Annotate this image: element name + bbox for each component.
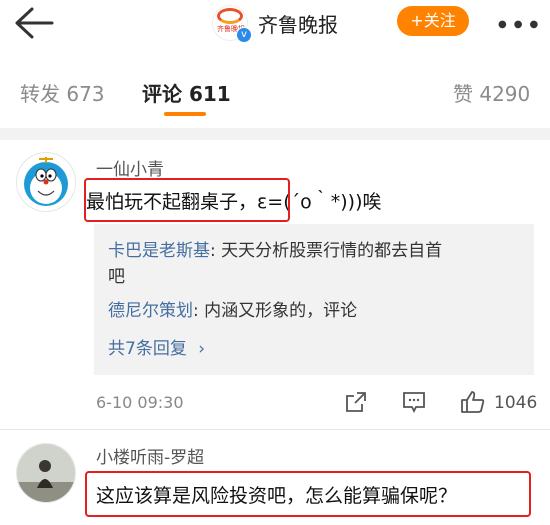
- reply-text-cont: 吧: [108, 267, 125, 287]
- more-replies-link[interactable]: 共7条回复 ›: [108, 334, 205, 359]
- reply-text: : 内涵又形象的，评论: [193, 301, 358, 321]
- comment-username[interactable]: 一仙小青: [96, 155, 164, 180]
- more-replies-label: 共7条回复: [108, 339, 187, 359]
- photo-avatar-icon: [17, 444, 75, 502]
- tab-reposts[interactable]: 转发 673: [20, 78, 105, 107]
- avatar[interactable]: [16, 152, 76, 212]
- reply-item[interactable]: 德尼尔策划: 内涵又形象的，评论: [108, 298, 357, 324]
- comment-username[interactable]: 小楼听雨-罗超: [96, 443, 204, 468]
- comment-icon[interactable]: [402, 390, 426, 414]
- reply-item[interactable]: 卡巴是老斯基: 天天分析股票行情的都去自首 吧: [108, 238, 442, 290]
- top-bar: 齐鲁晚报 v 齐鲁晚报 +关注 ●●●: [0, 0, 550, 46]
- tab-comments[interactable]: 评论 611: [142, 78, 231, 107]
- doraemon-avatar-icon: [24, 157, 68, 206]
- follow-button[interactable]: +关注: [397, 6, 469, 36]
- active-tab-indicator: [164, 112, 206, 116]
- like-thumb-icon[interactable]: [460, 390, 486, 414]
- back-arrow-icon[interactable]: [12, 6, 56, 40]
- reply-text: : 天天分析股票行情的都去自首: [210, 241, 443, 261]
- section-divider: [0, 128, 550, 140]
- highlight-box: [85, 471, 531, 517]
- chevron-right-icon: ›: [198, 339, 206, 359]
- reply-username[interactable]: 德尼尔策划: [108, 301, 193, 321]
- more-dots-icon[interactable]: ●●●: [498, 19, 545, 30]
- avatar[interactable]: [16, 443, 76, 503]
- highlight-box: [84, 178, 290, 222]
- comment-time: 6-10 09:30: [96, 393, 184, 412]
- reply-list[interactable]: 卡巴是老斯基: 天天分析股票行情的都去自首 吧 德尼尔策划: 内涵又形象的，评论…: [94, 224, 534, 375]
- comment-divider: [0, 429, 550, 430]
- verified-badge-icon: v: [236, 27, 252, 43]
- account-name[interactable]: 齐鲁晚报: [258, 9, 338, 38]
- like-count: 1046: [494, 393, 538, 413]
- reply-username[interactable]: 卡巴是老斯基: [108, 241, 210, 261]
- share-icon[interactable]: [344, 390, 368, 414]
- tab-bar: 转发 673 评论 611 赞 4290: [0, 70, 550, 120]
- tab-likes[interactable]: 赞 4290: [453, 78, 530, 107]
